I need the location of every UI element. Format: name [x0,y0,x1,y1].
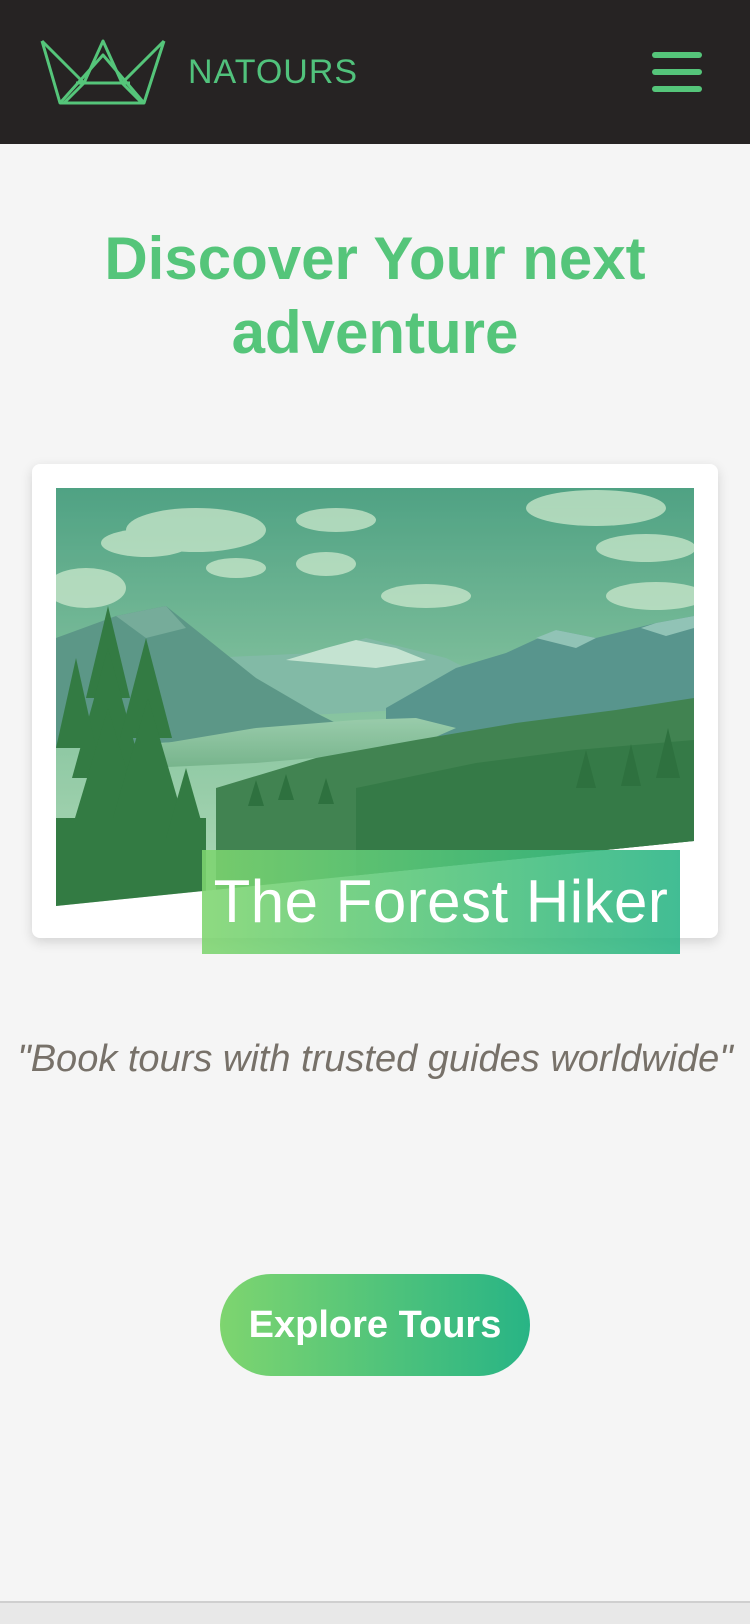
top-header: NATOURS [0,0,750,144]
brand-name[interactable]: NATOURS [188,53,358,92]
menu-bar [652,69,702,75]
tour-card[interactable]: The Forest Hiker [32,464,718,954]
page-headline: Discover Your next adventure [104,225,646,366]
crown-logo-icon[interactable] [40,39,166,105]
bottom-edge [0,1601,750,1624]
explore-tours-button[interactable]: Explore Tours [220,1274,530,1376]
menu-bar [652,86,702,92]
tagline-quote: "Book tours with trusted guides worldwid… [17,1038,733,1080]
tour-card-title: The Forest Hiker [202,850,680,954]
menu-bar [652,52,702,58]
hamburger-menu-icon[interactable] [652,52,702,92]
